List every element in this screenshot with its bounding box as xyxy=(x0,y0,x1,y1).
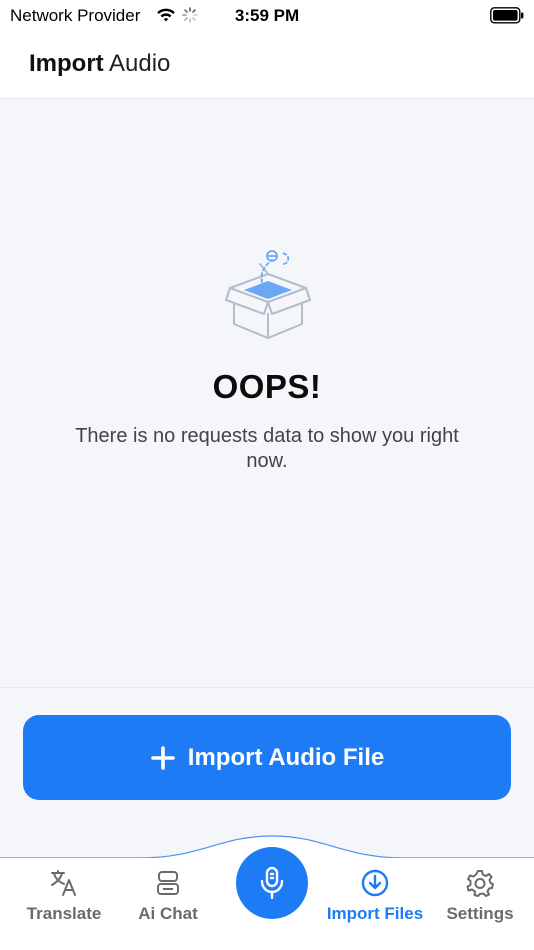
tab-import-files-label: Import Files xyxy=(326,904,424,923)
status-bar: Network Provider 3:59 PM xyxy=(0,0,534,32)
empty-state-message: There is no requests data to show you ri… xyxy=(75,425,459,472)
translate-icon xyxy=(51,870,76,896)
tab-settings[interactable]: Settings xyxy=(425,868,534,938)
import-audio-file-button[interactable]: Import Audio File xyxy=(23,715,511,800)
tab-translate-label: Translate xyxy=(26,904,102,923)
empty-state-title: OOPS! xyxy=(212,368,322,405)
tab-translate[interactable]: Translate xyxy=(9,868,119,938)
robot-icon xyxy=(157,871,179,895)
tab-ai-chat[interactable]: Ai Chat xyxy=(113,868,223,938)
microphone-button[interactable] xyxy=(236,847,308,919)
microphone-icon xyxy=(260,866,284,900)
clock-time: 3:59 PM xyxy=(234,6,300,25)
divider xyxy=(0,687,534,688)
battery-icon xyxy=(490,7,524,24)
page-title-bold: Import xyxy=(29,50,104,77)
gear-icon xyxy=(466,870,494,897)
import-audio-file-label: Import Audio File xyxy=(187,743,385,771)
download-circle-icon xyxy=(361,869,389,897)
tab-import-files[interactable]: Import Files xyxy=(320,868,430,938)
plus-icon xyxy=(150,745,175,770)
tab-ai-chat-label: Ai Chat xyxy=(138,904,198,923)
tab-settings-label: Settings xyxy=(446,904,514,923)
page-title: Import Audio xyxy=(29,50,170,78)
page-header: Import Audio xyxy=(0,32,534,99)
empty-box-icon xyxy=(225,250,311,339)
page-title-light: Audio xyxy=(109,50,171,77)
